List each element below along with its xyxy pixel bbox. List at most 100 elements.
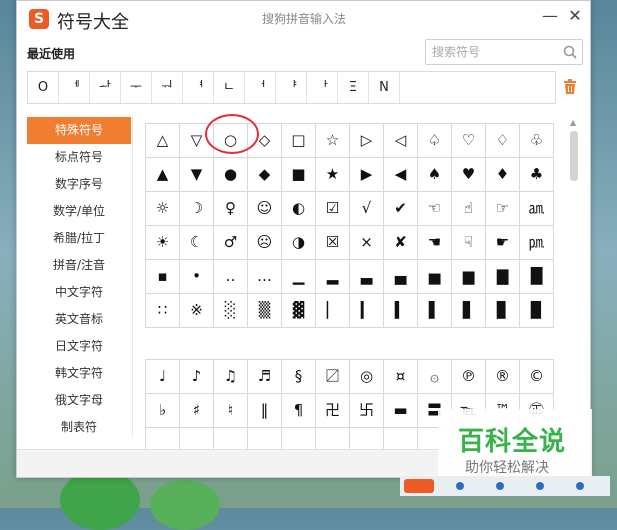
symbol-cell[interactable]: ♠ [418,158,452,192]
symbol-cell[interactable]: ☟ [452,226,486,260]
symbol-cell[interactable]: ▂ [316,260,350,294]
symbol-cell[interactable]: ◀ [384,158,418,192]
close-button[interactable]: ✕ [566,7,584,25]
recent-symbol[interactable]: ᅥ [245,72,276,103]
symbol-cell[interactable]: ☺ [248,192,282,226]
symbol-cell[interactable]: √ [350,192,384,226]
symbol-cell[interactable]: ▷ [350,124,384,158]
symbol-cell[interactable]: ♀ [214,192,248,226]
symbol-cell[interactable]: ۞ [418,360,452,394]
symbol-cell[interactable]: ♡ [452,124,486,158]
sidebar-category-item[interactable]: 希腊/拉丁 [27,225,131,252]
sidebar-category-item[interactable]: 拼音/注音 [27,252,131,279]
search-box[interactable] [425,39,583,65]
symbol-cell[interactable]: ☽ [180,192,214,226]
symbol-cell[interactable]: ◑ [282,226,316,260]
symbol-cell[interactable]: ▶ [350,158,384,192]
search-icon[interactable] [562,44,578,60]
symbol-cell[interactable]: ▇ [486,260,520,294]
symbol-cell[interactable]: ♦ [486,158,520,192]
sidebar-category-item[interactable]: 英文音标 [27,306,131,333]
symbol-cell[interactable]: ♩ [146,360,180,394]
recent-symbol[interactable]: N [369,72,400,103]
sidebar-category-item[interactable]: 数学/单位 [27,198,131,225]
search-input[interactable] [430,42,554,62]
symbol-cell[interactable]: █ [520,260,554,294]
symbol-cell[interactable]: ▼ [180,158,214,192]
symbol-cell[interactable]: ♢ [486,124,520,158]
scroll-up-arrow-icon[interactable]: ▲ [570,119,578,127]
symbol-cell[interactable]: □ [282,124,316,158]
symbol-cell[interactable]: ▬ [384,394,418,428]
symbol-cell[interactable]: ☀ [146,226,180,260]
symbol-cell[interactable]: ☚ [418,226,452,260]
symbol-cell[interactable]: ☑ [316,192,350,226]
recent-symbol[interactable]: ᅯ [152,72,183,103]
symbol-cell[interactable]: ◁ [384,124,418,158]
symbol-cell[interactable]: ▏ [316,294,350,328]
symbol-cell[interactable]: © [520,360,554,394]
trash-icon[interactable] [563,79,577,95]
symbol-cell[interactable]: ☜ [418,192,452,226]
recent-symbol[interactable]: ᅮ [121,72,152,103]
symbol-cell[interactable]: ☼ [146,192,180,226]
sidebar-category-item[interactable]: 俄文字母 [27,387,131,414]
recent-symbol[interactable]: ᅣ [276,72,307,103]
symbol-cell[interactable]: × [350,226,384,260]
symbol-cell[interactable]: ¤ [384,360,418,394]
minimize-button[interactable]: — [541,7,559,25]
symbol-cell[interactable]: ▆ [452,260,486,294]
symbol-cell[interactable]: ♮ [214,394,248,428]
symbol-cell[interactable]: ♭ [146,394,180,428]
symbol-cell[interactable]: ░ [214,294,248,328]
symbol-cell[interactable]: § [282,360,316,394]
symbol-cell[interactable]: ㏘ [520,226,554,260]
recent-symbol[interactable]: ᅪ [90,72,121,103]
symbol-cell[interactable]: ㏂ [520,192,554,226]
symbol-cell[interactable]: ▅ [418,260,452,294]
sidebar-category-item[interactable]: 中文字符 [27,279,131,306]
symbol-cell[interactable]: ♯ [180,394,214,428]
recent-symbol[interactable]: Ξ [338,72,369,103]
symbol-cell[interactable]: ℗ [452,360,486,394]
symbol-cell[interactable]: • [180,260,214,294]
symbol-cell[interactable]: 卐 [350,394,384,428]
symbol-cell[interactable]: ▒ [248,294,282,328]
symbol-cell[interactable]: ◎ [350,360,384,394]
symbol-cell[interactable]: ▲ [146,158,180,192]
recent-symbol[interactable]: O [28,72,59,103]
symbol-cell[interactable]: ● [214,158,248,192]
symbol-cell[interactable]: ▓ [282,294,316,328]
symbol-cell[interactable]: … [248,260,282,294]
recent-symbol[interactable]: ᅧ [183,72,214,103]
symbol-cell[interactable]: ☒ [316,226,350,260]
symbol-cell[interactable]: ☞ [486,192,520,226]
symbol-cell[interactable]: ☆ [316,124,350,158]
vertical-scrollbar[interactable]: ▲ [569,119,579,419]
symbol-cell[interactable]: ▪ [146,260,180,294]
sidebar-category-item[interactable]: 特殊符号 [27,117,131,144]
symbol-cell[interactable]: ✘ [384,226,418,260]
symbol-cell[interactable]: ▎ [350,294,384,328]
symbol-cell[interactable]: ¶ [282,394,316,428]
sidebar-category-item[interactable]: 韩文字符 [27,360,131,387]
symbol-cell[interactable]: ▌ [418,294,452,328]
symbol-cell[interactable]: ‖ [248,394,282,428]
symbol-cell[interactable]: ▁ [282,260,316,294]
symbol-cell[interactable]: ☝ [452,192,486,226]
recent-symbol[interactable]: ᅡ [307,72,338,103]
symbol-cell[interactable]: ♬ [248,360,282,394]
symbol-cell[interactable]: ‥ [214,260,248,294]
symbol-cell[interactable]: ♪ [180,360,214,394]
symbol-cell[interactable]: ☾ [180,226,214,260]
symbol-cell[interactable]: ♥ [452,158,486,192]
symbol-cell[interactable]: ♫ [214,360,248,394]
sidebar-category-item[interactable]: 日文字符 [27,333,131,360]
symbol-cell[interactable]: ▊ [486,294,520,328]
symbol-cell[interactable]: ▃ [350,260,384,294]
symbol-cell[interactable]: ◐ [282,192,316,226]
symbol-cell[interactable]: ※ [180,294,214,328]
symbol-cell[interactable]: ▍ [384,294,418,328]
symbol-cell[interactable]: 卍 [316,394,350,428]
symbol-cell[interactable]: ★ [316,158,350,192]
